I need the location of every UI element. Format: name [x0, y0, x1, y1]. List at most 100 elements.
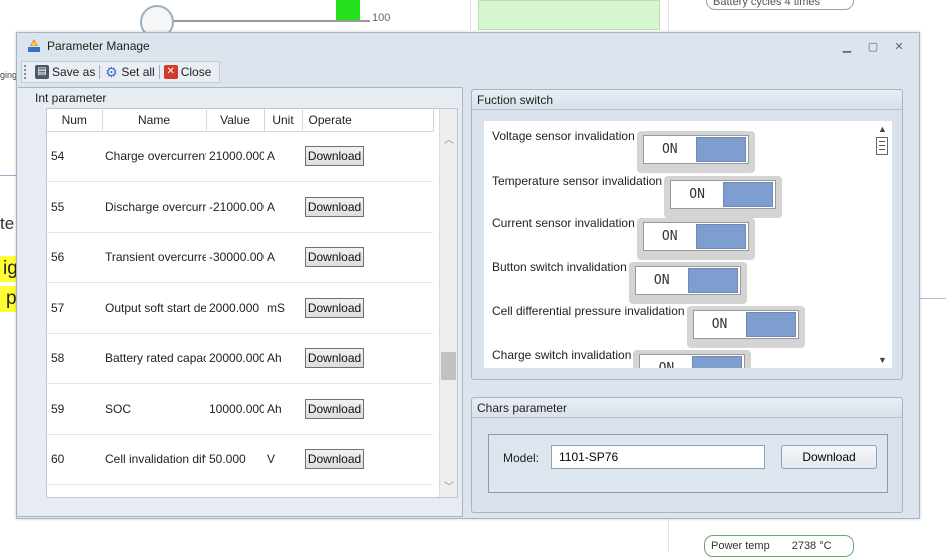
- row-value[interactable]: 10000.000: [206, 383, 264, 435]
- table-row[interactable]: 58 Battery rated capacity 20000.000 Ah D…: [47, 333, 433, 384]
- scroll-up-icon[interactable]: ▲: [878, 124, 887, 134]
- window-title: Parameter Manage: [47, 39, 150, 53]
- chars-parameter-group: Chars parameter Model: Download: [471, 397, 903, 513]
- toggle-switch[interactable]: ON: [664, 176, 783, 218]
- toolbar: ▤ Save as ⚙ Set all ✕ Close: [21, 61, 221, 83]
- maximize-button[interactable]: ▢: [867, 41, 879, 53]
- set-all-label: Set all: [121, 65, 155, 79]
- set-all-button[interactable]: ⚙ Set all: [100, 65, 158, 79]
- row-name: Output soft start delay: [102, 282, 206, 334]
- row-num: 56: [47, 232, 102, 283]
- toggle-switch[interactable]: ON: [633, 350, 752, 368]
- table-scrollbar[interactable]: ︿ ﹀: [439, 109, 457, 497]
- download-button[interactable]: Download: [305, 247, 364, 268]
- toolbar-grip[interactable]: [24, 65, 27, 79]
- row-value[interactable]: -21000.000: [206, 181, 264, 233]
- toggle-state: ON: [640, 361, 692, 368]
- close-window-button[interactable]: ✕: [893, 41, 905, 53]
- table-row[interactable]: 60 Cell invalidation differential 50.000…: [47, 434, 433, 485]
- save-as-button[interactable]: ▤ Save as: [31, 65, 99, 79]
- background-battery-cycles-badge: Battery cycles 4 times: [706, 0, 854, 10]
- switch-list-scrollbar[interactable]: ▲ ▼: [873, 121, 892, 368]
- row-num: 54: [47, 131, 102, 182]
- toggle-switch[interactable]: ON: [628, 262, 747, 304]
- background-scale-label: 100: [372, 12, 391, 24]
- column-header-value[interactable]: Value: [206, 109, 265, 132]
- row-operate: Download: [302, 131, 433, 182]
- scroll-down-icon[interactable]: ▼: [878, 355, 887, 365]
- row-operate: Download: [302, 434, 433, 485]
- toggle-thumb[interactable]: [687, 268, 738, 293]
- toggle-thumb[interactable]: [745, 312, 796, 337]
- background-text-fragment: te: [0, 214, 15, 233]
- background-status-panel: [478, 0, 660, 30]
- row-name: Cell invalidation differential: [102, 434, 206, 485]
- table-row[interactable]: 57 Output soft start delay 2000.000 mS D…: [47, 282, 433, 334]
- download-button[interactable]: Download: [305, 348, 364, 369]
- int-parameter-table: Num Name Value Unit Operate 54 Charge ov…: [46, 108, 458, 498]
- download-button[interactable]: Download: [305, 398, 364, 419]
- minimize-button[interactable]: ▁: [841, 41, 853, 53]
- row-value[interactable]: 21000.000: [206, 131, 264, 182]
- table-row[interactable]: 55 Discharge overcurrent -21000.000 A Do…: [47, 181, 433, 233]
- row-num: 59: [47, 383, 102, 435]
- row-value[interactable]: 20000.000: [206, 333, 264, 384]
- download-button[interactable]: Download: [305, 196, 364, 217]
- background-divider: [0, 175, 16, 176]
- model-download-button[interactable]: Download: [781, 445, 877, 469]
- switch-row-cell-differential-pressure: Cell differential pressure invalidation …: [492, 304, 805, 348]
- scroll-down-icon[interactable]: ﹀: [444, 478, 454, 493]
- table-scroll-thumb[interactable]: [441, 352, 456, 380]
- row-name: Battery rated capacity: [102, 333, 206, 384]
- switch-row-temperature-sensor: Temperature sensor invalidation ON: [492, 174, 783, 218]
- toggle-switch[interactable]: ON: [686, 306, 805, 348]
- toggle-thumb[interactable]: [695, 137, 746, 162]
- row-operate: Download: [302, 282, 433, 334]
- toggle-thumb[interactable]: [695, 224, 746, 249]
- toggle-thumb[interactable]: [723, 182, 774, 207]
- row-value[interactable]: 2000.000: [206, 282, 264, 334]
- model-input[interactable]: [551, 445, 765, 469]
- row-value[interactable]: 50.000: [206, 434, 264, 485]
- close-button[interactable]: ✕ Close: [160, 65, 216, 79]
- chars-parameter-box: Model: Download: [488, 434, 888, 493]
- function-switch-group: Fuction switch Voltage sensor invalidati…: [471, 89, 903, 380]
- toggle-thumb[interactable]: [692, 356, 743, 368]
- toggle-switch[interactable]: ON: [636, 131, 755, 173]
- row-value[interactable]: -30000.000: [206, 232, 264, 283]
- download-button[interactable]: Download: [305, 449, 364, 470]
- row-name: Discharge overcurrent: [102, 181, 206, 233]
- switch-row-button-switch: Button switch invalidation ON: [492, 260, 747, 304]
- switch-label: Temperature sensor invalidation: [492, 174, 663, 188]
- toggle-state: ON: [661, 142, 678, 157]
- window-titlebar[interactable]: Parameter Manage ▁ ▢ ✕: [17, 33, 919, 60]
- download-button[interactable]: Download: [305, 146, 364, 167]
- table-row[interactable]: 59 SOC 10000.000 Ah Download: [47, 383, 433, 435]
- switch-label: Cell differential pressure invalidation: [492, 304, 685, 318]
- gear-icon: ⚙: [105, 64, 118, 80]
- column-header-name[interactable]: Name: [102, 109, 207, 132]
- close-icon: ✕: [163, 65, 178, 79]
- toggle-state: ON: [661, 229, 678, 244]
- row-num: 57: [47, 282, 102, 334]
- power-temp-value: 2738 °C: [791, 540, 832, 552]
- switch-label: Current sensor invalidation: [492, 216, 635, 230]
- column-header-num[interactable]: Num: [47, 109, 103, 132]
- switch-row-charge-switch: Charge switch invalidation ON: [492, 348, 752, 368]
- row-unit: A: [264, 131, 302, 182]
- switch-row-current-sensor: Current sensor invalidation ON: [492, 216, 755, 260]
- table-row[interactable]: 56 Transient overcurrent -30000.000 A Do…: [47, 232, 433, 283]
- background-text-fragment: ging: [0, 70, 18, 80]
- row-operate: Download: [302, 383, 433, 435]
- download-button[interactable]: Download: [305, 297, 364, 318]
- app-icon: [28, 39, 40, 52]
- save-icon: ▤: [35, 65, 49, 79]
- row-unit: V: [264, 434, 302, 485]
- scroll-up-icon[interactable]: ︿: [444, 131, 454, 146]
- column-header-unit[interactable]: Unit: [264, 109, 303, 132]
- toggle-switch[interactable]: ON: [636, 218, 755, 260]
- column-header-operate[interactable]: Operate: [302, 109, 434, 132]
- table-row[interactable]: 54 Charge overcurrent 21000.000 A Downlo…: [47, 131, 433, 182]
- switch-list-scroll-thumb[interactable]: [876, 137, 888, 155]
- switch-label: Voltage sensor invalidation: [492, 129, 635, 143]
